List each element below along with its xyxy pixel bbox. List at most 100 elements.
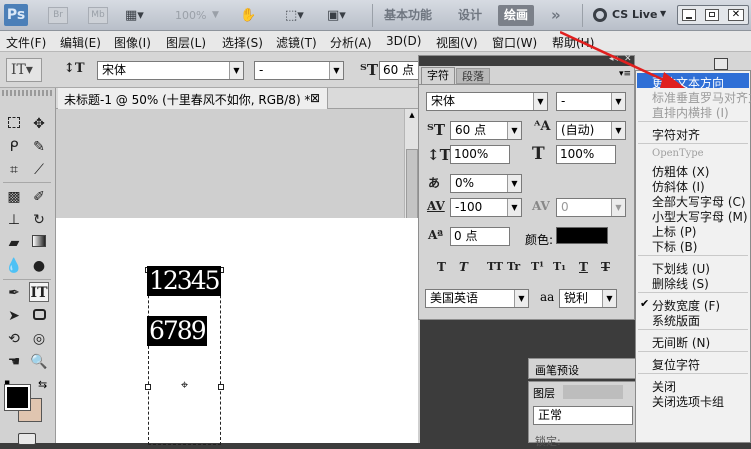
eraser-icon[interactable]: ▰ — [4, 233, 24, 253]
scroll-up-icon[interactable]: ▲ — [406, 109, 418, 121]
tracking-field[interactable]: -100 ▼ — [450, 198, 522, 217]
underline-button[interactable]: T — [579, 260, 588, 274]
tools-panel-grip[interactable] — [2, 90, 54, 96]
menu-item-18[interactable]: 系统版面 — [652, 312, 700, 329]
menu-analysis[interactable]: 分析(A) — [330, 34, 372, 51]
menu-item-15[interactable]: 删除线 (S) — [652, 275, 709, 292]
document-canvas[interactable]: ⌖ 12345 6789 — [56, 218, 418, 445]
text-bounding-box[interactable] — [148, 270, 221, 445]
dodge-icon[interactable]: ● — [29, 256, 49, 276]
hand-icon[interactable]: ☚ — [4, 352, 24, 372]
panel-dock-icon[interactable] — [714, 58, 728, 70]
baseline-shift-field[interactable]: 0 点 — [450, 227, 510, 246]
type-icon[interactable]: IT — [29, 282, 49, 302]
tab-character[interactable]: 字符 — [421, 67, 455, 84]
3d-orbit-icon[interactable]: ◎ — [29, 329, 49, 349]
antialias-select[interactable]: 锐利 ▼ — [559, 289, 617, 308]
options-font-family-select[interactable]: 宋体 ▼ — [97, 61, 244, 80]
mini-bridge-icon[interactable]: Mb — [88, 7, 108, 24]
menu-layer[interactable]: 图层(L) — [166, 34, 206, 51]
lasso-icon[interactable]: ᑭ — [4, 137, 24, 157]
document-close-icon[interactable]: ⊠ — [310, 91, 320, 105]
menu-item-22[interactable]: 复位字符 — [652, 356, 700, 373]
language-select[interactable]: 美国英语 ▼ — [425, 289, 529, 308]
vertical-scale-field[interactable]: 100% — [450, 145, 510, 164]
crop-icon[interactable]: ⌗ — [4, 160, 24, 180]
more-workspaces-icon[interactable]: » — [545, 5, 567, 26]
move-icon[interactable]: ✥ — [29, 114, 49, 134]
cs-live-icon[interactable] — [593, 8, 607, 22]
bridge-icon[interactable]: Br — [48, 7, 68, 24]
foreground-color-swatch[interactable] — [4, 384, 31, 411]
tab-brush-presets[interactable]: 画笔预设 — [535, 362, 579, 378]
menu-edit[interactable]: 编辑(E) — [60, 34, 101, 51]
cs-live-dropdown-icon[interactable]: ▼ — [660, 9, 666, 18]
swap-colors-icon[interactable]: ⇆ — [38, 378, 47, 391]
text-color-swatch[interactable] — [556, 227, 608, 244]
shape-icon[interactable] — [29, 306, 49, 326]
workspace-essentials[interactable]: 基本功能 — [378, 5, 438, 26]
subscript-button[interactable]: T₁ — [553, 260, 566, 273]
hand-view-icon[interactable]: ✋ — [240, 6, 258, 25]
toggle-orientation-icon[interactable]: ↕T — [64, 61, 85, 76]
blur-icon[interactable]: 💧 — [4, 256, 24, 276]
tsume-field[interactable]: 0% ▼ — [450, 174, 522, 193]
brush-icon[interactable]: ✐ — [29, 187, 49, 207]
tab-layers[interactable]: 图层 — [533, 385, 555, 401]
3d-rotate-icon[interactable]: ⟲ — [4, 329, 24, 349]
small-caps-button[interactable]: Tr — [507, 260, 520, 273]
tab-channels-partial[interactable] — [563, 385, 623, 399]
font-size-field[interactable]: 60 点 ▼ — [450, 121, 522, 140]
menu-select[interactable]: 选择(S) — [222, 34, 263, 51]
faux-italic-button[interactable]: T — [459, 260, 468, 274]
faux-bold-button[interactable]: T — [437, 260, 446, 274]
document-tab[interactable]: 未标题-1 @ 50% (十里春风不如你, RGB/8) * ⊠ — [58, 88, 328, 109]
tab-paragraph[interactable]: 段落 — [456, 68, 490, 84]
healing-icon[interactable]: ▩ — [4, 187, 24, 207]
bbox-handle[interactable] — [218, 384, 224, 390]
workspace-design[interactable]: 设计 — [452, 5, 488, 26]
menu-view[interactable]: 视图(V) — [436, 34, 478, 51]
menu-item-25[interactable]: 关闭选项卡组 — [652, 393, 724, 410]
menu-window[interactable]: 窗口(W) — [492, 34, 537, 51]
screen-mode-icon[interactable]: ⬚▾ — [285, 6, 315, 25]
kerning-field[interactable]: 0 ▼ — [556, 198, 626, 217]
strikethrough-button[interactable]: T — [601, 260, 610, 274]
history-brush-icon[interactable]: ↻ — [29, 210, 49, 230]
type-tool-preset-icon[interactable]: IT▾ — [6, 58, 42, 82]
close-icon[interactable]: ✕ — [728, 9, 744, 21]
stamp-icon[interactable]: ⊥ — [4, 210, 24, 230]
menu-item-20[interactable]: 无间断 (N) — [652, 334, 710, 351]
workspace-painting[interactable]: 绘画 — [498, 5, 535, 26]
pen-icon[interactable]: ✒ — [4, 283, 24, 303]
horizontal-scale-field[interactable]: 100% — [556, 145, 616, 164]
zoom-dropdown-icon[interactable]: ▼ — [212, 6, 219, 25]
path-select-icon[interactable]: ➤ — [4, 306, 24, 326]
eyedropper-icon[interactable]: ⟋ — [29, 160, 49, 180]
menu-3d[interactable]: 3D(D) — [386, 34, 421, 48]
quick-mask-icon[interactable] — [18, 433, 36, 445]
view-extras-icon[interactable]: ▦▾ — [125, 7, 155, 24]
menu-file[interactable]: 文件(F) — [6, 34, 46, 51]
menu-filter[interactable]: 滤镜(T) — [276, 34, 317, 51]
options-font-size-field[interactable]: 60 点 — [379, 61, 419, 80]
marquee-icon[interactable] — [4, 114, 24, 134]
cs-live-label[interactable]: CS Live — [612, 8, 657, 21]
arrange-documents-icon[interactable]: ▣▾ — [327, 6, 357, 25]
zoom-icon[interactable]: 🔍 — [29, 352, 49, 372]
blend-mode-select[interactable]: 正常 — [533, 406, 633, 425]
menu-item-12[interactable]: 下标 (B) — [652, 238, 697, 255]
superscript-button[interactable]: T¹ — [531, 260, 544, 273]
options-font-style-select[interactable]: - ▼ — [254, 61, 344, 80]
quick-select-icon[interactable]: ✎ — [29, 137, 49, 157]
menu-item-4[interactable]: 字符对齐 — [652, 126, 700, 143]
leading-field[interactable]: (自动) ▼ — [556, 121, 626, 140]
zoom-level[interactable]: 100% — [175, 6, 206, 25]
gradient-icon[interactable] — [29, 233, 49, 253]
all-caps-button[interactable]: TT — [487, 260, 503, 273]
minimize-icon[interactable] — [682, 9, 696, 21]
font-style-select[interactable]: - ▼ — [556, 92, 626, 111]
menu-image[interactable]: 图像(I) — [114, 34, 151, 51]
bbox-handle[interactable] — [145, 384, 151, 390]
font-family-select[interactable]: 宋体 ▼ — [426, 92, 548, 111]
